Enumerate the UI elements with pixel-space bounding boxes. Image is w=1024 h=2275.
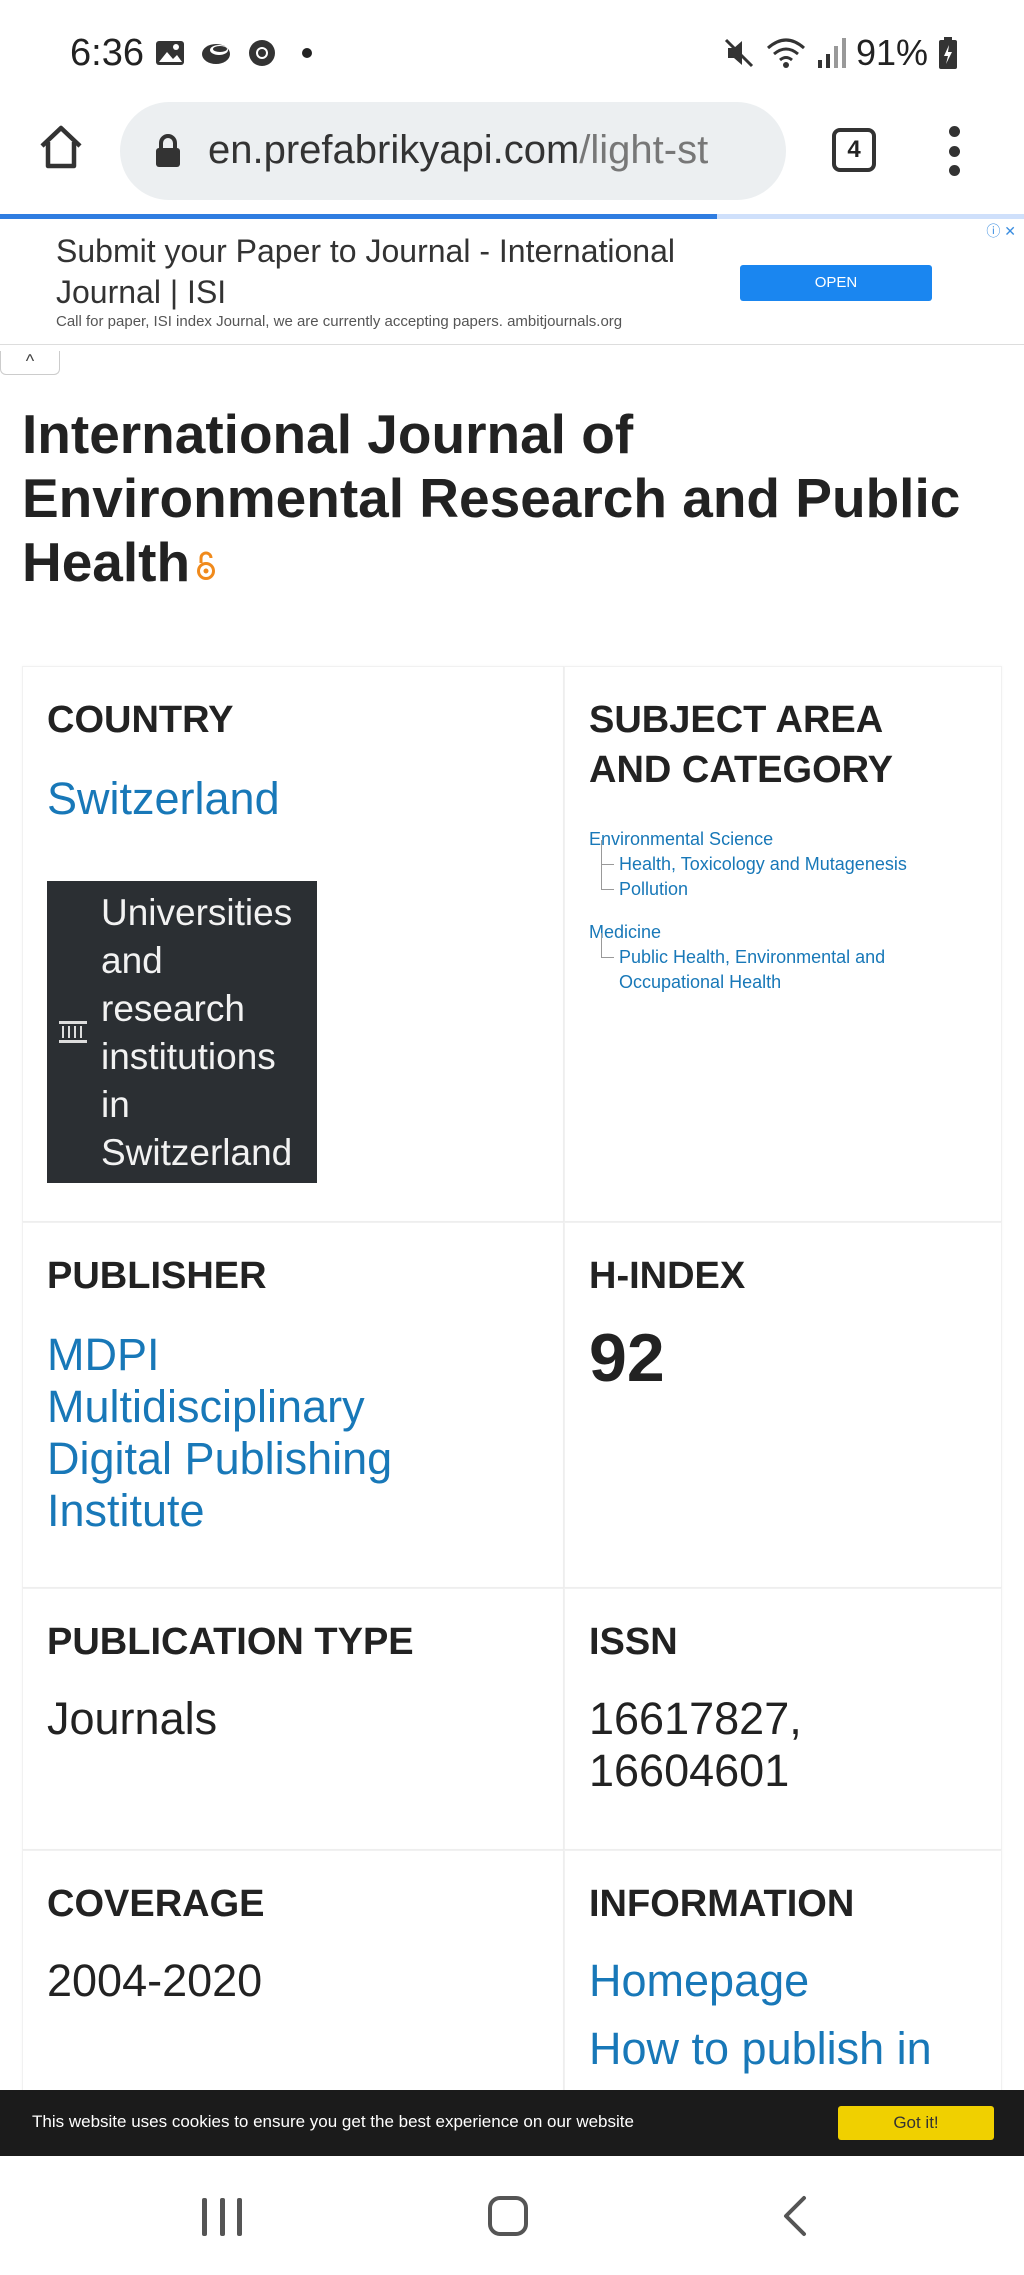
- issn-section: ISSN 16617827, 16604601: [564, 1588, 1002, 1850]
- subject-category[interactable]: Health, Toxicology and Mutagenesis: [589, 840, 1024, 877]
- status-time: 6:36: [70, 32, 144, 74]
- h-index-value: 92: [589, 1320, 665, 1396]
- signal-icon: [817, 38, 846, 68]
- subject-category[interactable]: Pollution: [589, 865, 1024, 902]
- status-left-icons: [154, 38, 312, 68]
- ad-open-button[interactable]: OPEN: [740, 265, 932, 301]
- cloud-icon: [202, 44, 230, 64]
- homepage-link[interactable]: Homepage: [589, 1955, 809, 2007]
- address-bar[interactable]: en.prefabrikyapi.com/light-st: [120, 102, 786, 200]
- recent-apps-icon[interactable]: [202, 2198, 242, 2236]
- publication-type-section: PUBLICATION TYPE Journals: [22, 1588, 564, 1850]
- publisher-heading: PUBLISHER: [47, 1255, 267, 1297]
- ad-choices-icon[interactable]: ⓘ ✕: [986, 221, 1016, 241]
- url-path: /light-st: [579, 128, 709, 172]
- information-heading: INFORMATION: [589, 1883, 855, 1925]
- android-nav-bar: [0, 2156, 1024, 2275]
- wifi-icon: [766, 38, 805, 68]
- lock-icon: [156, 134, 180, 167]
- institution-icon: [59, 1021, 87, 1043]
- notification-dot: [302, 48, 312, 58]
- cookie-banner: This website uses cookies to ensure you …: [0, 2090, 1024, 2156]
- more-menu-icon[interactable]: [942, 126, 966, 176]
- status-bar: 6:36 91%: [0, 0, 1024, 100]
- cookie-accept-button[interactable]: Got it!: [838, 2106, 994, 2140]
- coverage-value: 2004-2020: [47, 1955, 263, 2006]
- ad-collapse-button[interactable]: ^: [0, 351, 60, 375]
- subject-area[interactable]: Medicine: [589, 920, 1024, 945]
- status-right-icons: 91%: [722, 32, 958, 74]
- battery-percent: 91%: [855, 32, 928, 73]
- ad-description: Call for paper, ISI index Journal, we ar…: [56, 313, 623, 330]
- subject-category[interactable]: Public Health, Environmental and Occupat…: [589, 933, 919, 995]
- issn-heading: ISSN: [589, 1621, 678, 1663]
- coverage-heading: COVERAGE: [47, 1883, 265, 1925]
- subject-heading: SUBJECT AREA AND CATEGORY: [589, 699, 893, 791]
- publication-type-heading: PUBLICATION TYPE: [47, 1621, 414, 1663]
- subject-tree: Environmental Science Health, Toxicology…: [589, 827, 1024, 995]
- h-index-section: H-INDEX 92: [564, 1222, 1002, 1588]
- journal-title: International Journal of Environmental R…: [22, 403, 961, 593]
- page-title: International Journal of Environmental R…: [22, 402, 1002, 594]
- gallery-icon: [156, 41, 184, 65]
- subject-area[interactable]: Environmental Science: [589, 827, 1024, 852]
- cookie-text: This website uses cookies to ensure you …: [32, 2112, 634, 2131]
- browser-toolbar: en.prefabrikyapi.com/light-st 4: [0, 100, 1024, 218]
- country-heading: COUNTRY: [47, 699, 234, 741]
- publisher-link[interactable]: MDPI Multidisciplinary Digital Publishin…: [47, 1329, 467, 1537]
- coverage-section: COVERAGE 2004-2020: [22, 1850, 564, 2110]
- issn-value: 16617827, 16604601: [589, 1693, 802, 1796]
- chrome-icon: [249, 40, 275, 66]
- tab-switcher-button[interactable]: 4: [832, 128, 876, 172]
- home-button-icon[interactable]: [488, 2196, 528, 2236]
- how-to-publish-link[interactable]: How to publish in: [589, 2023, 932, 2075]
- country-section: COUNTRY Switzerland Universities and res…: [22, 666, 564, 1222]
- url-text: en.prefabrikyapi.com/light-st: [208, 128, 768, 173]
- back-icon[interactable]: [780, 2194, 810, 2238]
- open-access-icon: [197, 552, 216, 581]
- publication-type-value: Journals: [47, 1693, 218, 1744]
- information-section: INFORMATION Homepage How to publish in: [564, 1850, 1002, 2110]
- ad-banner[interactable]: Submit your Paper to Journal - Internati…: [0, 219, 1024, 345]
- mute-icon: [724, 38, 753, 68]
- h-index-heading: H-INDEX: [589, 1255, 746, 1297]
- publisher-section: PUBLISHER MDPI Multidisciplinary Digital…: [22, 1222, 564, 1588]
- subject-section: SUBJECT AREA AND CATEGORY Environmental …: [564, 666, 1002, 1222]
- home-icon[interactable]: [36, 122, 86, 172]
- ad-title[interactable]: Submit your Paper to Journal - Internati…: [56, 231, 696, 313]
- url-domain: en.prefabrikyapi.com: [208, 128, 580, 172]
- universities-label: Universities and research institutions i…: [101, 892, 293, 1173]
- battery-icon: [939, 37, 957, 69]
- country-link[interactable]: Switzerland: [47, 773, 280, 825]
- universities-button[interactable]: Universities and research institutions i…: [47, 881, 317, 1183]
